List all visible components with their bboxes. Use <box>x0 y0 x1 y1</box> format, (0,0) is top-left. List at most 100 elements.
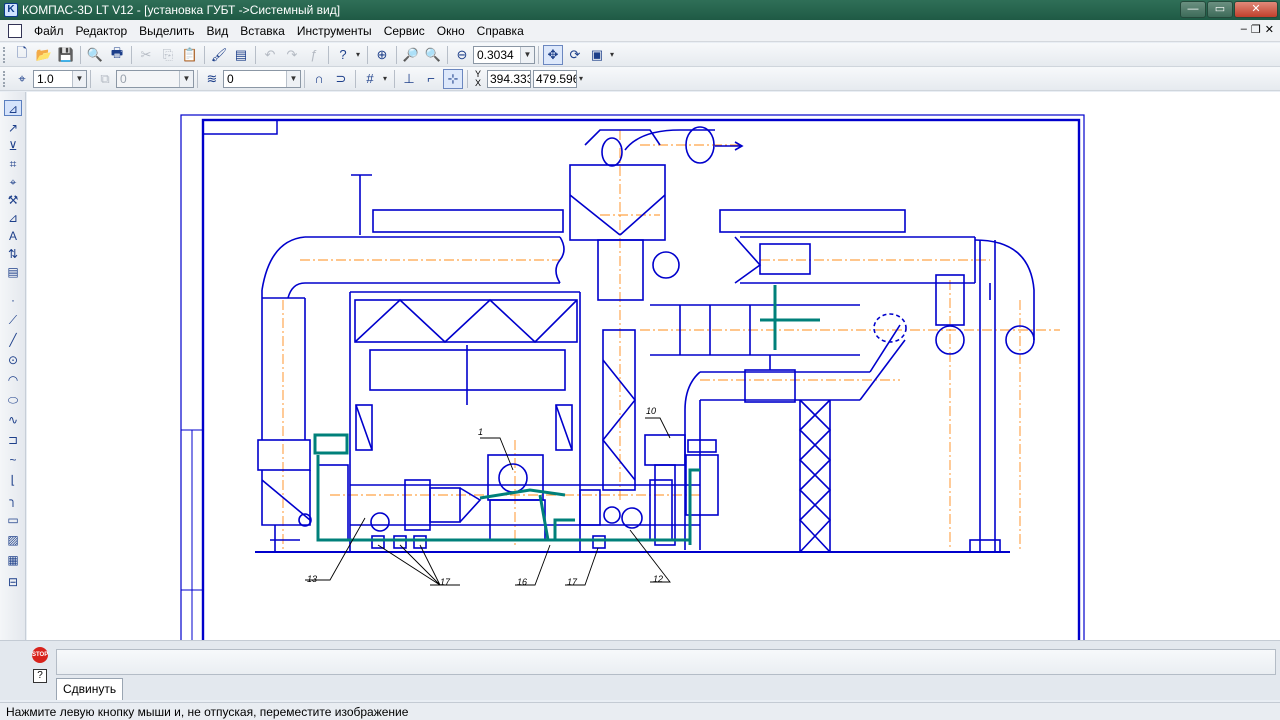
dimensions-tools-icon[interactable]: ↗ <box>4 120 22 136</box>
edit-tools-icon[interactable]: ⌗ <box>4 156 22 172</box>
zoom-scale-icon[interactable]: ⊖ <box>452 45 472 65</box>
paste-icon[interactable]: 📋 <box>180 45 200 65</box>
doc-minimize-button[interactable]: – <box>1241 23 1247 36</box>
local-cs-icon[interactable]: ⊥ <box>399 69 419 89</box>
arc-icon[interactable]: ◠ <box>4 372 22 388</box>
print-preview-icon[interactable]: 🔍 <box>85 45 105 65</box>
doc-close-button[interactable]: ✕ <box>1265 23 1274 36</box>
stop-icon[interactable]: STOP <box>32 647 48 663</box>
chevron-down-icon[interactable]: ▼ <box>179 70 193 87</box>
help-pointer-icon[interactable]: ? <box>333 45 353 65</box>
chevron-down-icon[interactable]: ▼ <box>520 46 534 63</box>
inserts-tools-icon[interactable]: ▤ <box>4 264 22 280</box>
select-tools-icon[interactable]: ⊿ <box>4 210 22 226</box>
zoom-window-icon[interactable]: ⊕ <box>372 45 392 65</box>
bezier-icon[interactable]: ~ <box>4 452 22 468</box>
continuous-input-icon[interactable]: ∿ <box>4 412 22 428</box>
copy-properties-icon[interactable]: 🖌 <box>209 45 229 65</box>
layer-combo[interactable]: 0 ▼ <box>116 69 194 88</box>
toolbar-separator <box>467 69 468 88</box>
close-button[interactable]: ✕ <box>1234 1 1278 18</box>
menu-select[interactable]: Выделить <box>133 20 200 42</box>
chevron-down-icon[interactable]: ▼ <box>286 70 300 87</box>
collect-contour-icon[interactable]: ⊟ <box>4 574 22 590</box>
copy-icon[interactable]: ⎘ <box>158 45 178 65</box>
refresh-icon[interactable]: ⟳ <box>565 45 585 65</box>
hatch-icon[interactable]: ▨ <box>4 532 22 548</box>
minimize-button[interactable]: — <box>1180 1 1206 18</box>
menu-file[interactable]: Файл <box>28 20 70 42</box>
tab-pan[interactable]: Сдвинуть <box>56 678 124 700</box>
drawing-canvas[interactable]: 1 10 13 17 16 17 12 <box>27 92 1280 640</box>
drawing-svg[interactable]: 1 10 13 17 16 17 12 <box>27 92 1280 640</box>
toolbar-grip[interactable] <box>3 46 7 63</box>
compact-tool-panel: ⊿ ↗ ⊻ ⌗ ⌖ ⚒ ⊿ A ⇅ ▤ · ⟋ ╱ ⊙ ◠ ⬭ ∿ ⊐ ~ ⌊ … <box>0 92 26 640</box>
local-snap-icon[interactable]: ⊃ <box>331 69 351 89</box>
geometry-tools-icon[interactable]: ⊿ <box>4 100 22 116</box>
variables-icon[interactable]: ƒ <box>304 45 324 65</box>
zoom-in-icon[interactable]: 🔎 <box>401 45 421 65</box>
print-icon[interactable]: 🖶 <box>107 45 127 65</box>
style-icon[interactable]: ≋ <box>202 69 222 89</box>
toolbar-separator <box>394 69 395 88</box>
zoom-out-icon[interactable]: 🔍 <box>423 45 443 65</box>
cut-icon[interactable]: ✂ <box>136 45 156 65</box>
point-icon[interactable]: · <box>4 292 22 308</box>
toolbar-overflow-icon[interactable]: ▾ <box>579 74 587 83</box>
parametrize-tools-icon[interactable]: ⌖ <box>4 174 22 190</box>
undo-icon[interactable]: ↶ <box>260 45 280 65</box>
kompas-app-icon: K <box>4 3 18 17</box>
maximize-button[interactable]: ▭ <box>1207 1 1233 18</box>
auxiliary-line-icon[interactable]: ⟋ <box>4 312 22 328</box>
reports-tools-icon[interactable]: ⇅ <box>4 246 22 262</box>
notation-tools-icon[interactable]: ⊻ <box>4 138 22 154</box>
chevron-down-icon[interactable]: ▼ <box>72 70 86 87</box>
menu-help[interactable]: Справка <box>471 20 530 42</box>
menu-service[interactable]: Сервис <box>378 20 431 42</box>
title-bar: K КОМПАС-3D LT V12 - [установка ГУБТ ->С… <box>0 0 1280 20</box>
toolbar-overflow-icon[interactable]: ▾ <box>383 74 391 83</box>
fillet-icon[interactable]: ╮ <box>4 492 22 508</box>
menu-view[interactable]: Вид <box>201 20 235 42</box>
round-mode-icon[interactable]: ⊹ <box>443 68 463 89</box>
cursor-step-icon[interactable]: ⌖ <box>12 69 32 89</box>
open-folder-icon[interactable]: 📂 <box>34 45 54 65</box>
toolbar-separator <box>304 69 305 88</box>
ellipse-icon[interactable]: ⬭ <box>4 392 22 408</box>
layer-icon[interactable]: ⧉ <box>95 69 115 89</box>
help-icon[interactable]: ? <box>33 669 47 683</box>
style-combo[interactable]: 0 ▼ <box>223 69 301 88</box>
polyline-icon[interactable]: ⊐ <box>4 432 22 448</box>
snap-magnet-icon[interactable]: ∩ <box>309 69 329 89</box>
circle-icon[interactable]: ⊙ <box>4 352 22 368</box>
ortho-mode-icon[interactable]: ⌐ <box>421 69 441 89</box>
menu-insert[interactable]: Вставка <box>234 20 291 42</box>
show-all-icon[interactable]: ▣ <box>587 45 607 65</box>
equidistant-icon[interactable]: ▦ <box>4 552 22 568</box>
zoom-combo[interactable]: 0.3034 ▼ <box>473 45 535 64</box>
save-icon[interactable]: 💾 <box>56 45 76 65</box>
document-window-controls: – ❐ ✕ <box>1241 23 1274 36</box>
toolbar-overflow-icon[interactable]: ▾ <box>356 50 364 59</box>
measure-tools-icon[interactable]: ⚒ <box>4 192 22 208</box>
coordinate-y-field[interactable]: 479.596 <box>533 69 577 88</box>
coordinate-x-field[interactable]: 394.333 <box>487 69 531 88</box>
rectangle-icon[interactable]: ▭ <box>4 512 22 528</box>
grid-icon[interactable]: # <box>360 69 380 89</box>
menu-editor[interactable]: Редактор <box>70 20 134 42</box>
properties-icon[interactable]: ▤ <box>231 45 251 65</box>
spec-tools-icon[interactable]: A <box>4 228 22 244</box>
segment-icon[interactable]: ╱ <box>4 332 22 348</box>
redo-icon[interactable]: ↷ <box>282 45 302 65</box>
menu-tools[interactable]: Инструменты <box>291 20 378 42</box>
step-combo[interactable]: 1.0 ▼ <box>33 69 87 88</box>
doc-restore-button[interactable]: ❐ <box>1251 23 1261 36</box>
installation-drawing <box>255 126 1035 553</box>
toolbar-overflow-icon[interactable]: ▾ <box>610 50 618 59</box>
new-document-icon[interactable]: 🗋 <box>12 45 32 65</box>
toolbar-grip[interactable] <box>3 70 7 87</box>
document-icon[interactable] <box>8 23 22 38</box>
pan-icon[interactable]: ✥ <box>543 44 563 65</box>
menu-window[interactable]: Окно <box>431 20 471 42</box>
chamfer-icon[interactable]: ⌊ <box>4 472 22 488</box>
